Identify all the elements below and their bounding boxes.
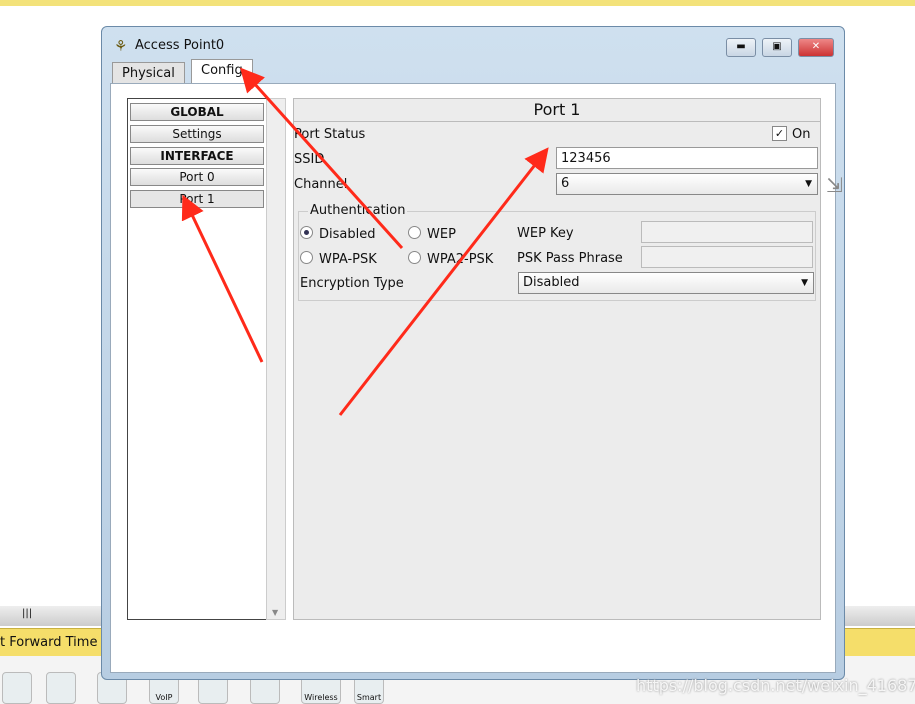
arrow-to-config-tab [239,67,404,250]
arrow-to-port-1 [181,194,264,363]
arrow-to-ssid [338,147,549,416]
annotation-arrows [181,67,549,416]
watermark: https://blog.csdn.net/weixin_41687289 [636,676,915,695]
